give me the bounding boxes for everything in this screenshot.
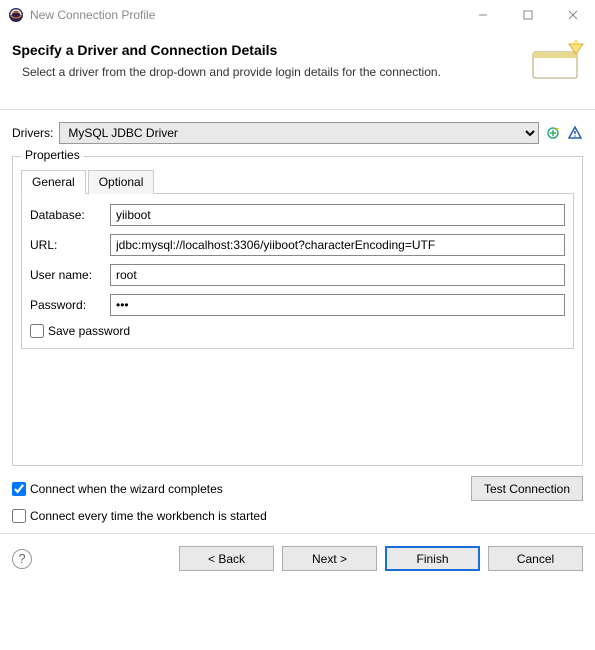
warning-icon[interactable] (567, 125, 583, 141)
back-button[interactable]: < Back (179, 546, 274, 571)
drivers-select[interactable]: MySQL JDBC Driver (59, 122, 539, 144)
database-label: Database: (30, 208, 110, 222)
save-password-checkbox[interactable] (30, 324, 44, 338)
page-subtitle: Select a driver from the drop-down and p… (12, 64, 472, 81)
password-input[interactable] (110, 294, 565, 316)
password-row: Password: (30, 294, 565, 316)
tab-panel-general: Database: URL: User name: Password: Save… (21, 194, 574, 349)
wizard-button-bar: ? < Back Next > Finish Cancel (0, 533, 595, 583)
eclipse-icon (8, 7, 24, 23)
window-controls (460, 0, 595, 30)
url-row: URL: (30, 234, 565, 256)
connect-on-finish-label: Connect when the wizard completes (30, 482, 223, 496)
drivers-label: Drivers: (12, 126, 53, 140)
new-driver-icon[interactable] (545, 125, 561, 141)
username-input[interactable] (110, 264, 565, 286)
password-label: Password: (30, 298, 110, 312)
test-connection-button[interactable]: Test Connection (471, 476, 583, 501)
connect-on-finish-checkbox[interactable] (12, 482, 26, 496)
url-input[interactable] (110, 234, 565, 256)
url-label: URL: (30, 238, 110, 252)
close-button[interactable] (550, 0, 595, 30)
page-title: Specify a Driver and Connection Details (12, 42, 581, 58)
help-icon[interactable]: ? (12, 549, 32, 569)
save-password-label: Save password (48, 324, 130, 338)
database-row: Database: (30, 204, 565, 226)
drivers-row: Drivers: MySQL JDBC Driver (12, 122, 583, 144)
connect-on-startup-label: Connect every time the workbench is star… (30, 509, 267, 523)
wizard-content: Drivers: MySQL JDBC Driver Properties Ge… (0, 110, 595, 472)
connection-banner-icon (527, 38, 587, 86)
lower-options: Connect when the wizard completes Test C… (0, 472, 595, 527)
tab-optional[interactable]: Optional (88, 170, 155, 194)
finish-button[interactable]: Finish (385, 546, 480, 571)
save-password-row: Save password (30, 324, 565, 338)
connect-on-startup-checkbox[interactable] (12, 509, 26, 523)
connect-on-finish-row: Connect when the wizard completes (12, 482, 223, 496)
properties-fieldset: Properties General Optional Database: UR… (12, 156, 583, 466)
cancel-button[interactable]: Cancel (488, 546, 583, 571)
tab-general[interactable]: General (21, 170, 86, 194)
maximize-button[interactable] (505, 0, 550, 30)
minimize-button[interactable] (460, 0, 505, 30)
properties-tabs: General Optional (21, 169, 574, 194)
properties-legend: Properties (21, 148, 84, 162)
database-input[interactable] (110, 204, 565, 226)
next-button[interactable]: Next > (282, 546, 377, 571)
username-label: User name: (30, 268, 110, 282)
window-title: New Connection Profile (30, 8, 460, 22)
wizard-header: Specify a Driver and Connection Details … (0, 30, 595, 110)
title-bar: New Connection Profile (0, 0, 595, 30)
username-row: User name: (30, 264, 565, 286)
connect-on-startup-row: Connect every time the workbench is star… (12, 509, 267, 523)
